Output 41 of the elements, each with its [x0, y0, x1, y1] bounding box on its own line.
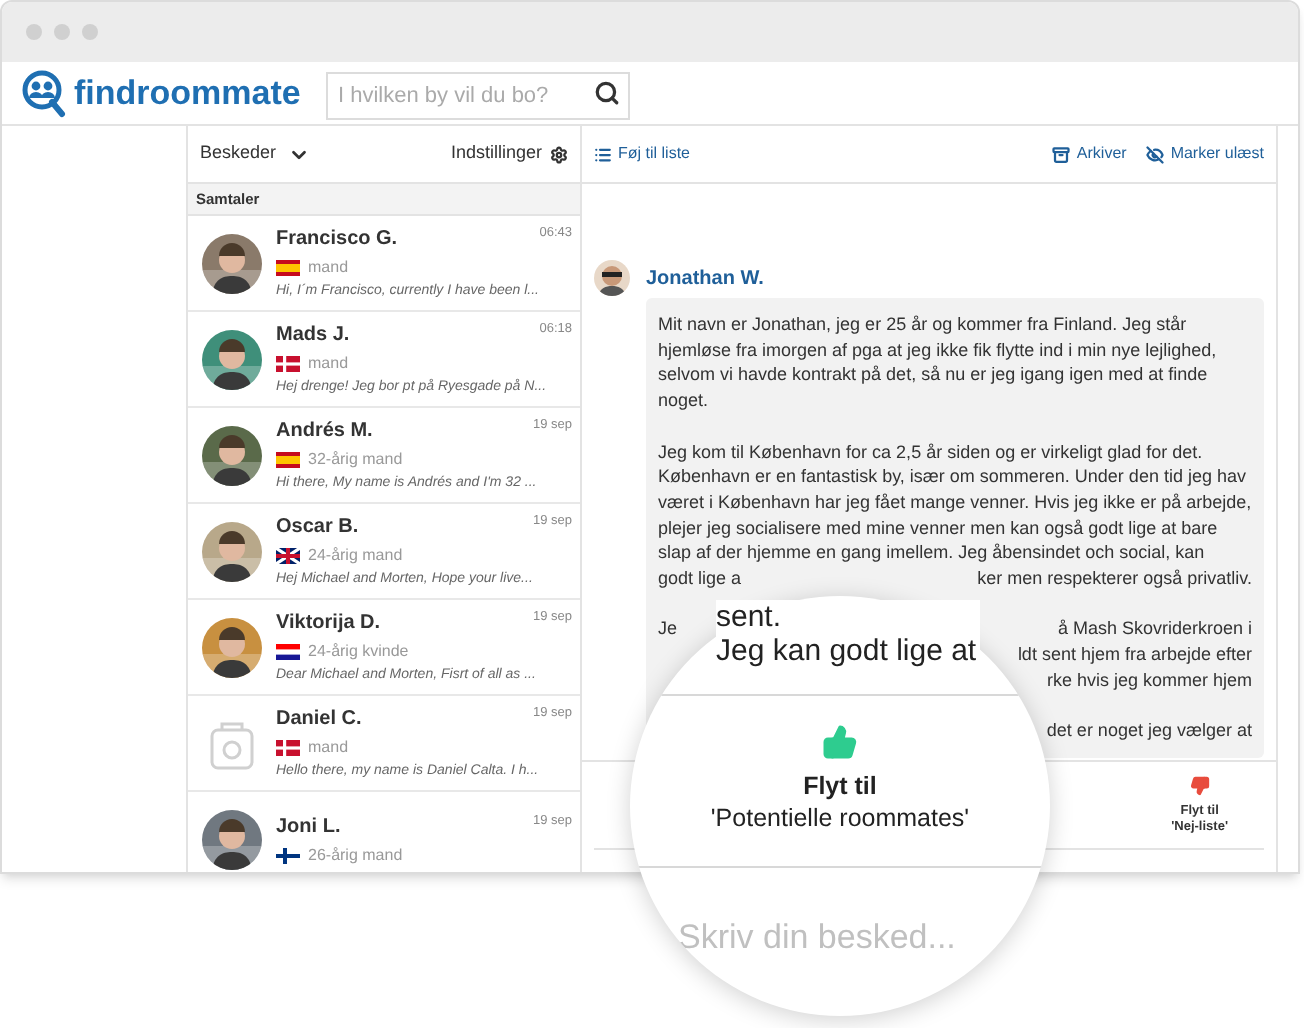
message-text: rke hvis jeg kommer hjem	[1046, 667, 1252, 693]
search-icon[interactable]	[594, 79, 620, 105]
contact-name: Viktorija D.	[276, 609, 381, 638]
message-input[interactable]: Skriv din besked...	[678, 912, 1018, 963]
folder-dropdown[interactable]: Beskeder	[200, 140, 311, 168]
contact-info: mand	[308, 255, 349, 280]
eye-off-icon	[1146, 145, 1165, 163]
contact-info: 32-årig mand	[308, 447, 403, 472]
contact-name: Oscar B.	[276, 513, 359, 542]
contact-name: Mads J.	[276, 321, 350, 350]
thumbs-down-icon	[1189, 775, 1210, 795]
contact-name: Andrés M.	[276, 417, 373, 446]
sender-name[interactable]: Jonathan W.	[646, 263, 764, 293]
add-to-list-button[interactable]: Føj til liste	[594, 142, 690, 166]
accept-button[interactable]: Flyt til 'Potentielle roommates'	[710, 724, 970, 834]
message-text: Mit navn er Jonathan, jeg er 25 år og kommer fra Finland. Jeg står hjemløse fra imorgen af pga at jeg ikke fik flytte ind i min nye lejlighed, selvom vi havde kontrakt på det, så nu er jeg igang igen med at finde noget.	[658, 312, 1219, 414]
contact-info: 24-årig mand	[308, 543, 403, 568]
contact-info: mand	[308, 735, 349, 760]
message-text: Je	[658, 616, 678, 643]
settings-button[interactable]: Indstillinger	[450, 140, 568, 168]
archive-icon	[1052, 145, 1071, 163]
settings-icon	[550, 145, 568, 163]
contact-name: Francisco G.	[276, 225, 398, 254]
zoomed-text: sent. Jeg kan godt lige at	[716, 600, 981, 668]
brand-name[interactable]: findroommate	[74, 67, 318, 119]
contact-name: Daniel C.	[276, 705, 362, 734]
mark-unread-button[interactable]: Marker ulæst	[1146, 142, 1264, 166]
message-text: det er noget jeg vælger at	[1046, 718, 1252, 744]
thumbs-up-icon	[821, 724, 858, 760]
logo-icon	[22, 69, 66, 117]
contact-info: mand	[308, 351, 349, 376]
message-text: å Mash Skovriderkroen i	[1057, 616, 1252, 643]
list-icon	[594, 145, 612, 163]
search-field[interactable]: I hvilken by vil du bo?	[326, 71, 630, 119]
contact-info: 26-årig mand	[308, 843, 403, 867]
message-text: ldt sent hjem fra arbejde efter	[1017, 642, 1252, 668]
contact-info: 24-årig kvinde	[308, 639, 409, 664]
archive-button[interactable]: Arkiver	[1052, 142, 1127, 166]
message-text: ker men respekterer også privatliv.	[977, 566, 1252, 592]
contact-name: Joni L.	[276, 813, 341, 841]
message-text: godt lige a	[658, 566, 742, 592]
